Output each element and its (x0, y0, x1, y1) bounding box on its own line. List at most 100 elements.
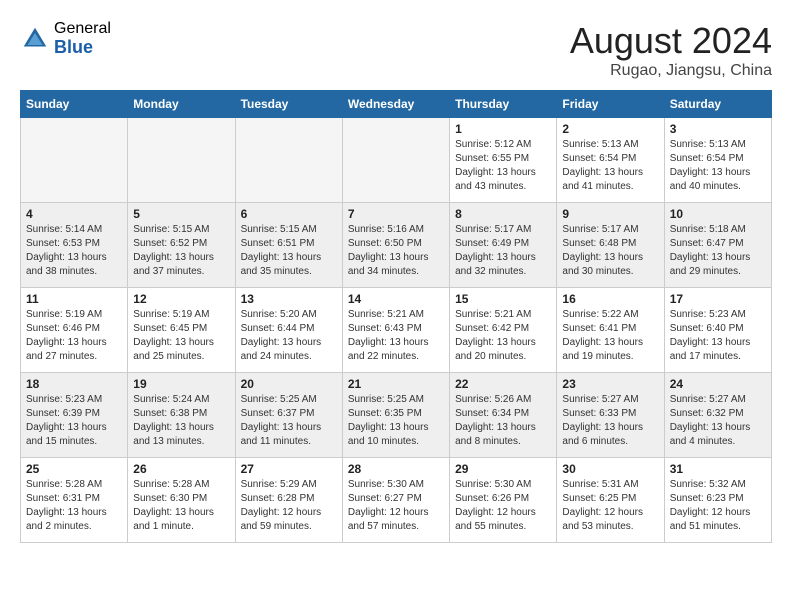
day-number: 5 (133, 207, 229, 221)
day-number: 21 (348, 377, 444, 391)
calendar-cell: 15 Sunrise: 5:21 AM Sunset: 6:42 PM Dayli… (450, 288, 557, 373)
calendar-cell (235, 118, 342, 203)
day-number: 16 (562, 292, 658, 306)
day-number: 27 (241, 462, 337, 476)
day-number: 29 (455, 462, 551, 476)
day-info: Sunrise: 5:21 AM Sunset: 6:43 PM Dayligh… (348, 308, 444, 364)
logo-general: General (54, 20, 111, 38)
day-info: Sunrise: 5:32 AM Sunset: 6:23 PM Dayligh… (670, 478, 766, 534)
calendar-cell: 31 Sunrise: 5:32 AM Sunset: 6:23 PM Dayli… (664, 458, 771, 543)
calendar-header-tuesday: Tuesday (235, 91, 342, 118)
day-number: 11 (26, 292, 122, 306)
day-number: 25 (26, 462, 122, 476)
day-info: Sunrise: 5:17 AM Sunset: 6:49 PM Dayligh… (455, 223, 551, 279)
day-info: Sunrise: 5:15 AM Sunset: 6:52 PM Dayligh… (133, 223, 229, 279)
calendar-week-2: 4Sunrise: 5:14 AM Sunset: 6:53 PM Daylig… (21, 203, 772, 288)
calendar-cell: 26Sunrise: 5:28 AM Sunset: 6:30 PM Dayli… (128, 458, 235, 543)
day-number: 17 (670, 292, 766, 306)
day-info: Sunrise: 5:23 AM Sunset: 6:39 PM Dayligh… (26, 393, 122, 449)
title-block: August 2024 Rugao, Jiangsu, China (570, 20, 772, 80)
day-number: 7 (348, 207, 444, 221)
calendar-cell: 3 Sunrise: 5:13 AM Sunset: 6:54 PM Daylig… (664, 118, 771, 203)
page-header: General Blue August 2024 Rugao, Jiangsu,… (20, 20, 772, 80)
calendar-cell: 21 Sunrise: 5:25 AM Sunset: 6:35 PM Dayli… (342, 373, 449, 458)
day-info: Sunrise: 5:26 AM Sunset: 6:34 PM Dayligh… (455, 393, 551, 449)
calendar-cell: 16Sunrise: 5:22 AM Sunset: 6:41 PM Dayli… (557, 288, 664, 373)
calendar-cell (128, 118, 235, 203)
calendar-header-row: SundayMondayTuesdayWednesdayThursdayFrid… (21, 91, 772, 118)
day-info: Sunrise: 5:17 AM Sunset: 6:48 PM Dayligh… (562, 223, 658, 279)
calendar-cell: 18Sunrise: 5:23 AM Sunset: 6:39 PM Dayli… (21, 373, 128, 458)
calendar-cell: 7 Sunrise: 5:16 AM Sunset: 6:50 PM Daylig… (342, 203, 449, 288)
calendar-cell (342, 118, 449, 203)
day-number: 20 (241, 377, 337, 391)
day-number: 31 (670, 462, 766, 476)
calendar-cell: 23Sunrise: 5:27 AM Sunset: 6:33 PM Dayli… (557, 373, 664, 458)
day-info: Sunrise: 5:14 AM Sunset: 6:53 PM Dayligh… (26, 223, 122, 279)
calendar-header-thursday: Thursday (450, 91, 557, 118)
logo-blue: Blue (54, 38, 111, 58)
calendar-cell: 6 Sunrise: 5:15 AM Sunset: 6:51 PM Daylig… (235, 203, 342, 288)
calendar-header-monday: Monday (128, 91, 235, 118)
calendar-header-wednesday: Wednesday (342, 91, 449, 118)
day-number: 9 (562, 207, 658, 221)
calendar-header-friday: Friday (557, 91, 664, 118)
day-number: 8 (455, 207, 551, 221)
calendar-cell: 12Sunrise: 5:19 AM Sunset: 6:45 PM Dayli… (128, 288, 235, 373)
day-number: 14 (348, 292, 444, 306)
calendar-cell: 17 Sunrise: 5:23 AM Sunset: 6:40 PM Dayli… (664, 288, 771, 373)
calendar-cell: 28Sunrise: 5:30 AM Sunset: 6:27 PM Dayli… (342, 458, 449, 543)
calendar-cell: 30 Sunrise: 5:31 AM Sunset: 6:25 PM Dayli… (557, 458, 664, 543)
calendar-week-5: 25 Sunrise: 5:28 AM Sunset: 6:31 PM Dayli… (21, 458, 772, 543)
day-number: 3 (670, 122, 766, 136)
day-number: 6 (241, 207, 337, 221)
day-info: Sunrise: 5:31 AM Sunset: 6:25 PM Dayligh… (562, 478, 658, 534)
logo: General Blue (20, 20, 111, 57)
day-info: Sunrise: 5:27 AM Sunset: 6:32 PM Dayligh… (670, 393, 766, 449)
calendar-cell: 1 Sunrise: 5:12 AM Sunset: 6:55 PM Daylig… (450, 118, 557, 203)
day-info: Sunrise: 5:30 AM Sunset: 6:26 PM Dayligh… (455, 478, 551, 534)
calendar-cell: 8 Sunrise: 5:17 AM Sunset: 6:49 PM Daylig… (450, 203, 557, 288)
day-info: Sunrise: 5:27 AM Sunset: 6:33 PM Dayligh… (562, 393, 658, 449)
calendar-cell: 27Sunrise: 5:29 AM Sunset: 6:28 PM Dayli… (235, 458, 342, 543)
day-info: Sunrise: 5:28 AM Sunset: 6:31 PM Dayligh… (26, 478, 122, 534)
day-info: Sunrise: 5:15 AM Sunset: 6:51 PM Dayligh… (241, 223, 337, 279)
logo-text: General Blue (54, 20, 111, 57)
day-number: 15 (455, 292, 551, 306)
calendar-week-3: 11Sunrise: 5:19 AM Sunset: 6:46 PM Dayli… (21, 288, 772, 373)
day-info: Sunrise: 5:30 AM Sunset: 6:27 PM Dayligh… (348, 478, 444, 534)
day-number: 26 (133, 462, 229, 476)
calendar-cell: 29 Sunrise: 5:30 AM Sunset: 6:26 PM Dayli… (450, 458, 557, 543)
calendar-cell: 14 Sunrise: 5:21 AM Sunset: 6:43 PM Dayli… (342, 288, 449, 373)
day-info: Sunrise: 5:18 AM Sunset: 6:47 PM Dayligh… (670, 223, 766, 279)
day-info: Sunrise: 5:21 AM Sunset: 6:42 PM Dayligh… (455, 308, 551, 364)
calendar-cell: 9 Sunrise: 5:17 AM Sunset: 6:48 PM Daylig… (557, 203, 664, 288)
day-info: Sunrise: 5:23 AM Sunset: 6:40 PM Dayligh… (670, 308, 766, 364)
calendar-table: SundayMondayTuesdayWednesdayThursdayFrid… (20, 90, 772, 543)
calendar-cell: 13Sunrise: 5:20 AM Sunset: 6:44 PM Dayli… (235, 288, 342, 373)
calendar-cell: 24Sunrise: 5:27 AM Sunset: 6:32 PM Dayli… (664, 373, 771, 458)
calendar-cell (21, 118, 128, 203)
calendar-cell: 20Sunrise: 5:25 AM Sunset: 6:37 PM Dayli… (235, 373, 342, 458)
calendar-header-saturday: Saturday (664, 91, 771, 118)
day-number: 30 (562, 462, 658, 476)
day-number: 22 (455, 377, 551, 391)
day-info: Sunrise: 5:25 AM Sunset: 6:35 PM Dayligh… (348, 393, 444, 449)
calendar-week-1: 1 Sunrise: 5:12 AM Sunset: 6:55 PM Daylig… (21, 118, 772, 203)
day-number: 1 (455, 122, 551, 136)
day-number: 10 (670, 207, 766, 221)
day-info: Sunrise: 5:20 AM Sunset: 6:44 PM Dayligh… (241, 308, 337, 364)
day-info: Sunrise: 5:16 AM Sunset: 6:50 PM Dayligh… (348, 223, 444, 279)
calendar-header-sunday: Sunday (21, 91, 128, 118)
calendar-cell: 5 Sunrise: 5:15 AM Sunset: 6:52 PM Daylig… (128, 203, 235, 288)
day-number: 19 (133, 377, 229, 391)
day-info: Sunrise: 5:12 AM Sunset: 6:55 PM Dayligh… (455, 138, 551, 194)
calendar-cell: 2Sunrise: 5:13 AM Sunset: 6:54 PM Daylig… (557, 118, 664, 203)
calendar-cell: 25 Sunrise: 5:28 AM Sunset: 6:31 PM Dayli… (21, 458, 128, 543)
month-year: August 2024 (570, 20, 772, 62)
calendar-cell: 10 Sunrise: 5:18 AM Sunset: 6:47 PM Dayli… (664, 203, 771, 288)
calendar-cell: 4Sunrise: 5:14 AM Sunset: 6:53 PM Daylig… (21, 203, 128, 288)
calendar-cell: 22 Sunrise: 5:26 AM Sunset: 6:34 PM Dayli… (450, 373, 557, 458)
day-info: Sunrise: 5:13 AM Sunset: 6:54 PM Dayligh… (670, 138, 766, 194)
logo-icon (20, 24, 50, 54)
